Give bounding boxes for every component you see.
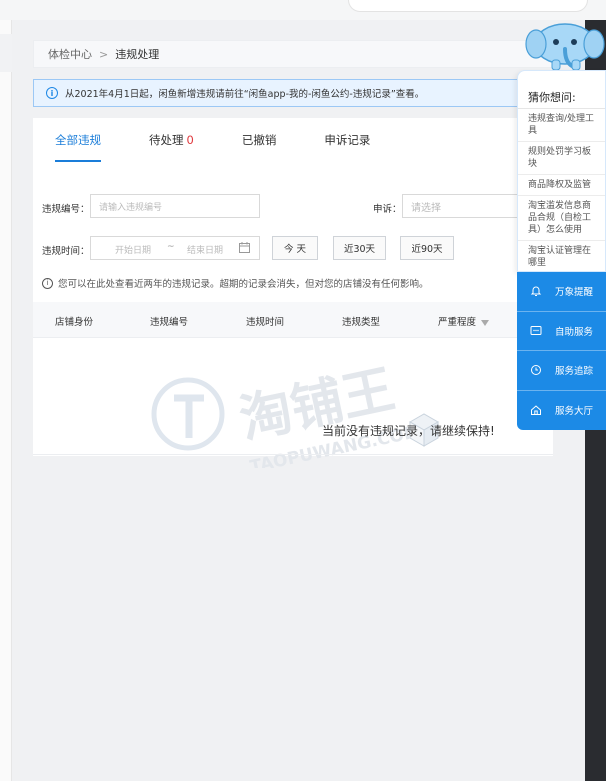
end-date-placeholder: 结束日期 bbox=[187, 246, 224, 256]
column-severity-label: 严重程度 bbox=[438, 317, 477, 328]
clock-icon bbox=[529, 364, 543, 376]
filter-icon[interactable] bbox=[481, 319, 490, 326]
calendar-icon[interactable] bbox=[239, 242, 250, 256]
column-severity: 严重程度 bbox=[438, 314, 490, 328]
retention-tip-text: 您可以在此处查看近两年的违规记录。超期的记录会消失，但对您的店铺没有任何影响。 bbox=[58, 279, 429, 290]
guess-title: 猜你想问: bbox=[518, 71, 605, 109]
date-range-picker[interactable]: 开始日期 ~ 结束日期 bbox=[90, 236, 260, 260]
column-violation-type: 违规类型 bbox=[342, 317, 381, 328]
appeal-label: 申诉： bbox=[373, 204, 402, 215]
last-90-days-button[interactable]: 近90天 bbox=[400, 236, 454, 260]
table-header: 店铺身份 违规编号 违规时间 违规类型 严重程度 bbox=[33, 302, 553, 338]
divider bbox=[33, 454, 553, 455]
time-label: 违规时间： bbox=[42, 246, 90, 257]
top-bar bbox=[0, 0, 606, 20]
guess-item[interactable]: 商品降权及监管 bbox=[518, 175, 605, 196]
guess-item[interactable]: 淘宝滥发信息商品合规（自检工具）怎么使用 bbox=[518, 196, 605, 241]
service-label: 万象提醒 bbox=[555, 287, 594, 299]
violation-no-placeholder: 请输入违规编号 bbox=[99, 202, 163, 213]
tab-all-violations[interactable]: 全部违规 bbox=[55, 132, 101, 162]
start-date-placeholder: 开始日期 bbox=[115, 246, 152, 256]
tab-pending[interactable]: 待处理 0 bbox=[149, 132, 194, 162]
service-tracking-button[interactable]: 服务追踪 bbox=[517, 351, 606, 391]
breadcrumb-current: 违规处理 bbox=[115, 48, 160, 61]
guess-panel: 猜你想问: 违规查询/处理工具 规则处罚学习板块 商品降权及监管 淘宝滥发信息商… bbox=[517, 70, 606, 272]
left-nav-edge bbox=[0, 20, 12, 781]
guess-item[interactable]: 违规查询/处理工具 bbox=[518, 109, 605, 142]
range-separator: ~ bbox=[167, 242, 175, 252]
violation-no-label: 违规编号： bbox=[42, 204, 90, 215]
main-content: 体检中心 > 违规处理 i 从2021年4月1日起，闲鱼新增违规请前往“闲鱼ap… bbox=[13, 20, 585, 781]
column-violation-time: 违规时间 bbox=[246, 317, 285, 328]
notice-text: 从2021年4月1日起，闲鱼新增违规请前往“闲鱼app-我的-闲鱼公约-违规记录… bbox=[65, 89, 425, 100]
pending-count-badge: 0 bbox=[186, 133, 194, 147]
bell-icon bbox=[529, 285, 543, 297]
appeal-placeholder: 请选择 bbox=[411, 202, 441, 214]
info-icon: i bbox=[42, 277, 53, 289]
service-hall-button[interactable]: 服务大厅 bbox=[517, 391, 606, 431]
left-nav-active-band bbox=[0, 34, 12, 72]
column-shop-identity: 店铺身份 bbox=[55, 317, 94, 328]
chat-icon bbox=[529, 325, 543, 337]
info-icon: i bbox=[46, 87, 58, 99]
breadcrumb-separator: > bbox=[99, 47, 109, 61]
watermark-logo: 淘铺王 TAOPUWANG.COM bbox=[151, 360, 440, 468]
today-button[interactable]: 今 天 bbox=[272, 236, 318, 260]
service-label: 服务追踪 bbox=[555, 366, 594, 378]
self-service-button[interactable]: 自助服务 bbox=[517, 312, 606, 351]
violations-card: 全部违规 待处理 0 已撤销 申诉记录 违规编号： 请输入违规编号 申诉： 请选择… bbox=[33, 118, 553, 468]
guess-item[interactable]: 规则处罚学习板块 bbox=[518, 142, 605, 175]
home-icon bbox=[529, 404, 543, 416]
breadcrumb-parent[interactable]: 体检中心 bbox=[48, 46, 92, 62]
service-label: 服务大厅 bbox=[555, 406, 594, 418]
breadcrumb: 体检中心 > 违规处理 bbox=[33, 40, 553, 68]
violation-no-input[interactable]: 请输入违规编号 bbox=[90, 194, 260, 218]
empty-state-text: 当前没有违规记录，请继续保持! bbox=[322, 424, 495, 438]
column-violation-no: 违规编号 bbox=[150, 317, 189, 328]
global-search-box[interactable] bbox=[348, 0, 588, 12]
service-label: 自助服务 bbox=[555, 326, 594, 338]
notice-banner: i 从2021年4月1日起，闲鱼新增违规请前往“闲鱼app-我的-闲鱼公约-违规… bbox=[33, 79, 553, 107]
service-panel: 万象提醒 自助服务 服务追踪 服务大厅 bbox=[517, 272, 606, 430]
retention-tip: i 您可以在此处查看近两年的违规记录。超期的记录会消失，但对您的店铺没有任何影响… bbox=[42, 276, 429, 290]
guess-item[interactable]: 淘宝认证管理在哪里 bbox=[518, 241, 605, 271]
last-30-days-button[interactable]: 近30天 bbox=[333, 236, 386, 260]
mascot-elephant-icon[interactable] bbox=[524, 22, 606, 74]
service-reminder-button[interactable]: 万象提醒 bbox=[517, 272, 606, 312]
tab-revoked[interactable]: 已撤销 bbox=[242, 132, 277, 162]
tab-bar: 全部违规 待处理 0 已撤销 申诉记录 bbox=[55, 132, 418, 162]
tab-appeal-records[interactable]: 申诉记录 bbox=[324, 132, 370, 162]
